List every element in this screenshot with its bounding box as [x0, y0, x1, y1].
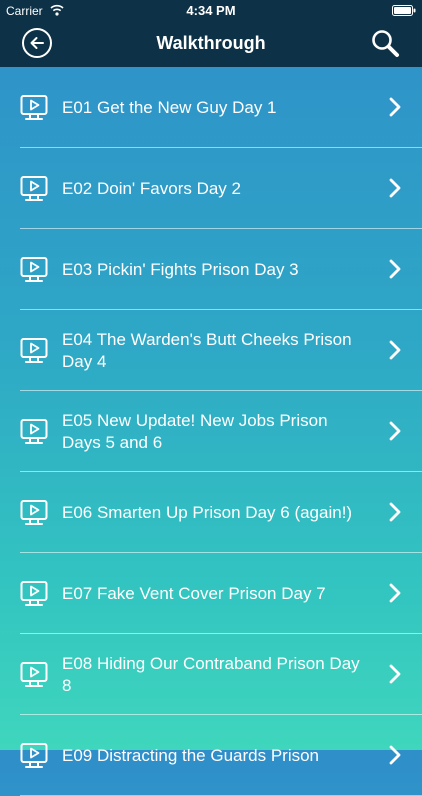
chevron-right-icon	[389, 340, 401, 360]
video-monitor-icon	[20, 95, 48, 120]
nav-bar: Walkthrough	[0, 22, 422, 67]
list-item[interactable]: E02 Doin' Favors Day 2	[0, 148, 422, 229]
video-monitor-icon	[20, 176, 48, 201]
list-item[interactable]: E09 Distracting the Guards Prison	[0, 715, 422, 796]
item-label: E01 Get the New Guy Day 1	[62, 97, 277, 117]
list-item[interactable]: E01 Get the New Guy Day 1	[0, 67, 422, 148]
video-monitor-icon	[20, 500, 48, 525]
video-monitor-icon	[20, 419, 48, 444]
item-label: E09 Distracting the Guards Prison	[62, 745, 320, 765]
chevron-right-icon	[389, 178, 401, 198]
list-item[interactable]: E08 Hiding Our Contraband Prison Day 8	[0, 634, 422, 715]
chevron-right-icon	[389, 664, 401, 684]
status-time: 4:34 PM	[186, 3, 236, 18]
video-monitor-icon	[20, 662, 48, 687]
chevron-right-icon	[389, 421, 401, 441]
item-label: E07 Fake Vent Cover Prison Day 7	[62, 583, 326, 603]
video-monitor-icon	[20, 581, 48, 606]
list-item[interactable]: E05 New Update! New Jobs Prison Days 5 a…	[0, 391, 422, 472]
video-monitor-icon	[20, 338, 48, 363]
item-label: E06 Smarten Up Prison Day 6 (again!)	[62, 502, 353, 522]
list-item[interactable]: E07 Fake Vent Cover Prison Day 7	[0, 553, 422, 634]
search-icon[interactable]	[370, 28, 400, 58]
item-label: E05 New Update! New Jobs Prison Days 5 a…	[62, 410, 328, 452]
item-label: E02 Doin' Favors Day 2	[62, 178, 241, 198]
item-label: E04 The Warden's Butt Cheeks Prison Day …	[62, 329, 352, 371]
status-bar: Carrier 4:34 PM	[0, 0, 422, 22]
page-title: Walkthrough	[156, 33, 266, 53]
item-label: E08 Hiding Our Contraband Prison Day 8	[62, 653, 360, 695]
chevron-right-icon	[389, 745, 401, 765]
chevron-right-icon	[389, 97, 401, 117]
chevron-right-icon	[389, 583, 401, 603]
list-item[interactable]: E03 Pickin' Fights Prison Day 3	[0, 229, 422, 310]
battery-icon	[392, 5, 416, 16]
video-monitor-icon	[20, 257, 48, 282]
chevron-right-icon	[389, 259, 401, 279]
chevron-right-icon	[389, 502, 401, 522]
header: Carrier 4:34 PM Walkthrough	[0, 0, 422, 67]
item-label: E03 Pickin' Fights Prison Day 3	[62, 259, 299, 279]
list-item[interactable]: E04 The Warden's Butt Cheeks Prison Day …	[0, 310, 422, 391]
list-item[interactable]: E06 Smarten Up Prison Day 6 (again!)	[0, 472, 422, 553]
video-monitor-icon	[20, 743, 48, 768]
